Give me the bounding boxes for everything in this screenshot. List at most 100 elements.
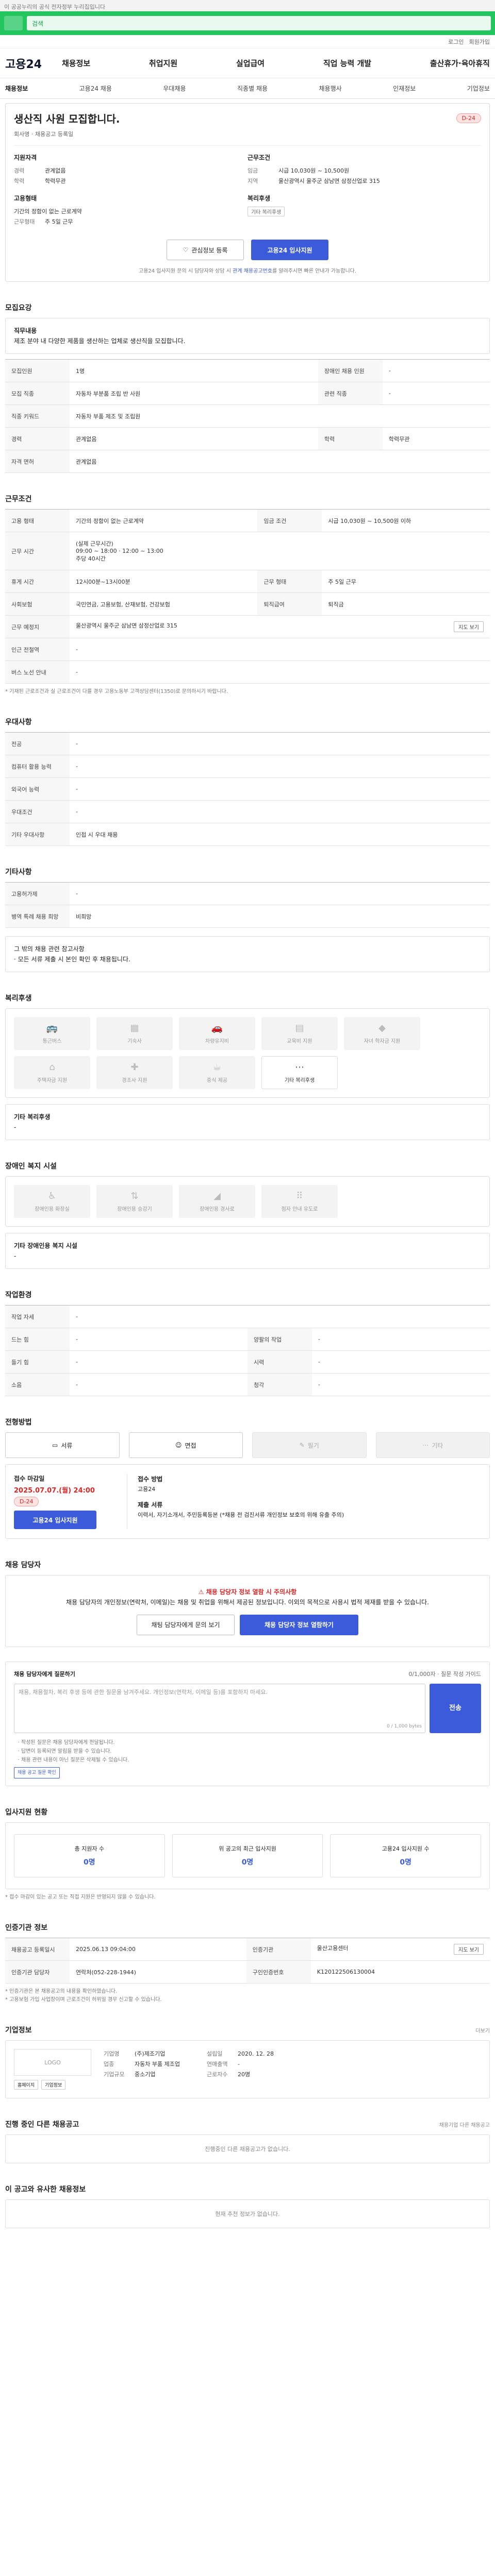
main-nav: 고용24 채용정보 취업지원 실업급여 직업 능력 개발 출산휴가·육아휴직	[0, 48, 495, 78]
gnb-training[interactable]: 직업 능력 개발	[323, 58, 371, 69]
pen-icon: ✎	[299, 1442, 305, 1449]
company-value: 자동차 부품 제조업	[135, 2061, 180, 2067]
company-value: 중소기업	[135, 2071, 156, 2078]
company-label: 설립일	[207, 2050, 223, 2057]
people-icon: ☺	[175, 1442, 182, 1449]
process-method: ⋯ 기타	[375, 1432, 490, 1458]
row-value: 퇴직금	[322, 592, 490, 616]
row-value-line: 주당 40시간	[76, 555, 106, 562]
row-label: 퇴직급여	[257, 592, 322, 616]
table-row: 사회보험 국민연금, 고용보험, 산재보험, 건강보험 퇴직급여 퇴직금	[5, 592, 490, 616]
warn-text: 채용 담당자의 개인정보(연락처, 이메일)는 채용 및 취업을 위해서 제공된…	[66, 1599, 429, 1606]
join-link[interactable]: 회원가입	[469, 38, 490, 46]
notice-link[interactable]: 관계 채용공고번호	[233, 268, 272, 274]
etc-table: 고용허가제 - 병역 특례 채용 희망 비희망	[5, 882, 490, 928]
emp-heading: 고용형태	[14, 195, 37, 202]
row-value: -	[382, 359, 490, 382]
company-more[interactable]: 더보기	[475, 2026, 490, 2034]
row-value: -	[312, 1350, 490, 1374]
logo-icon[interactable]	[4, 16, 23, 30]
facility-label: 차량유지비	[205, 1039, 229, 1044]
gift-icon: ✚	[130, 1062, 139, 1073]
facility-label: 중식 제공	[207, 1078, 227, 1083]
notice-tail: 를 알려주시면 빠른 안내가 가능합니다.	[272, 268, 357, 274]
map-button[interactable]: 지도 보기	[454, 1944, 484, 1955]
facility-label: 장애인용 화장실	[35, 1207, 70, 1212]
qna-send-button[interactable]: 전송	[430, 1684, 481, 1733]
row-label: 전공	[5, 732, 70, 755]
login-link[interactable]: 로그인	[448, 38, 464, 46]
gnb-leave[interactable]: 출산휴가·육아휴직	[430, 58, 490, 69]
row-value: 국민연금, 고용보험, 산재보험, 건강보험	[70, 592, 258, 616]
facility-label: 교육비 지원	[287, 1039, 312, 1044]
row-label: 컴퓨터 활용 능력	[5, 755, 70, 778]
gnb-support[interactable]: 취업지원	[149, 58, 177, 69]
company-row: 기업규모 중소기업	[104, 2070, 207, 2080]
row-label: 인증기관 담당자	[5, 1960, 70, 1984]
alert-icon: ⚠	[198, 1588, 206, 1596]
row-value: 시급 10,030원 ~ 10,500원 이하	[322, 509, 490, 532]
env-title: 작업환경	[5, 1291, 32, 1299]
company-info-link[interactable]: 기업정보	[41, 2080, 66, 2090]
company-logo: LOGO	[14, 2049, 91, 2076]
facility-label: 주택자금 지원	[37, 1078, 68, 1083]
facility-label: 자녀 학자금 지원	[364, 1039, 401, 1044]
subnav-company[interactable]: 기업정보	[467, 84, 490, 93]
qna-guide[interactable]: 0/1,000자 · 질문 작성 가이드	[408, 1669, 481, 1680]
qna-check-button[interactable]: 채용 공고 질문 확인	[14, 1767, 60, 1778]
method-value: 고용24	[138, 1486, 156, 1493]
map-button[interactable]: 지도 보기	[454, 621, 484, 632]
brand-logo[interactable]: 고용24	[5, 55, 62, 72]
gnb-benefit[interactable]: 실업급여	[236, 58, 265, 69]
company-value: 2020. 12. 28	[238, 2050, 274, 2057]
table-row: 전공 -	[5, 732, 490, 755]
row-label: 모집 직종	[5, 382, 70, 405]
company-row: 설립일 2020. 12. 28	[207, 2049, 310, 2059]
row-value: -	[70, 1305, 490, 1328]
subnav-jobs[interactable]: 채용정보	[5, 84, 28, 93]
house-icon: ⌂	[49, 1062, 55, 1073]
company-homepage-link[interactable]: 홈페이지	[14, 2080, 39, 2090]
work-title: 근무조건	[5, 495, 32, 503]
row-label: 근무 예정지	[5, 615, 70, 638]
docs-label: 제출 서류	[138, 1501, 163, 1509]
status-title: 입사지원 현황	[5, 1808, 48, 1817]
row-value-line: 09:00 ~ 18:00 · 12:00 ~ 13:00	[76, 548, 163, 554]
apply-button[interactable]: 고용24 입사지원	[251, 240, 328, 260]
scrap-button[interactable]: ♡ 관심정보 등록	[167, 240, 244, 260]
subnav-events[interactable]: 채용행사	[319, 84, 341, 93]
table-row: 휴게 시간 12시00분~13시00분 근무 형태 주 5일 근무	[5, 570, 490, 593]
facility-label: 장애인용 승강기	[117, 1207, 152, 1212]
row-label: 학력	[318, 427, 383, 450]
row-value: K120122506130004	[310, 1960, 490, 1984]
search-input[interactable]: 검색	[27, 16, 491, 30]
row-value: 자동차 부분품 조립 반 사원	[70, 382, 318, 405]
qna-bullet: 답변이 등록되면 알림을 받을 수 있습니다.	[21, 1747, 481, 1756]
subnav-occupation[interactable]: 직종별 채용	[237, 84, 268, 93]
apply-button-2[interactable]: 고용24 입사지원	[14, 1511, 96, 1529]
company-row: 기업명 (주)제조기업	[104, 2049, 207, 2059]
table-row: 자격 면허 관계없음	[5, 450, 490, 473]
row-label: 우대조건	[5, 800, 70, 823]
gnb-jobs[interactable]: 채용정보	[62, 58, 90, 69]
facility-tile: ⋯ 기타 복리후생	[261, 1056, 338, 1089]
qna-textarea[interactable]: 채용, 채용절차, 복리 후생 등에 관한 질문을 남겨주세요. 개인정보(연락…	[14, 1684, 425, 1733]
row-label: 인증기관	[246, 1938, 311, 1961]
util-links: 로그인 회원가입	[0, 35, 495, 48]
chat-inquiry-button[interactable]: 채팅 담당자에게 문의 보기	[137, 1615, 235, 1635]
subnav-g24[interactable]: 고용24 채용	[79, 84, 112, 93]
view-manager-button[interactable]: 채용 담당자 정보 열람하기	[240, 1615, 358, 1635]
row-value: 12시00분~13시00분	[70, 570, 258, 593]
process-method-label: 면접	[185, 1442, 196, 1449]
subnav-pref[interactable]: 우대채용	[163, 84, 186, 93]
process-method-label: 서류	[61, 1442, 73, 1449]
row-value: 울산광역시 울주군 삼남면 삼정산업로 315 지도 보기	[70, 615, 490, 638]
row-label: 고용허가제	[5, 882, 70, 905]
ramp-icon: ◢	[213, 1191, 221, 1201]
subnav-talent[interactable]: 인재정보	[393, 84, 416, 93]
welfare-etc-box: 기타 복리후생 -	[5, 1104, 490, 1140]
welfare-tag: 기타 복리후생	[248, 207, 285, 216]
other-more[interactable]: 채용기업 다른 채용공고	[439, 2121, 490, 2128]
company-label: 기업규모	[104, 2071, 125, 2078]
page-title: 생산직 사원 모집합니다.	[14, 113, 120, 125]
